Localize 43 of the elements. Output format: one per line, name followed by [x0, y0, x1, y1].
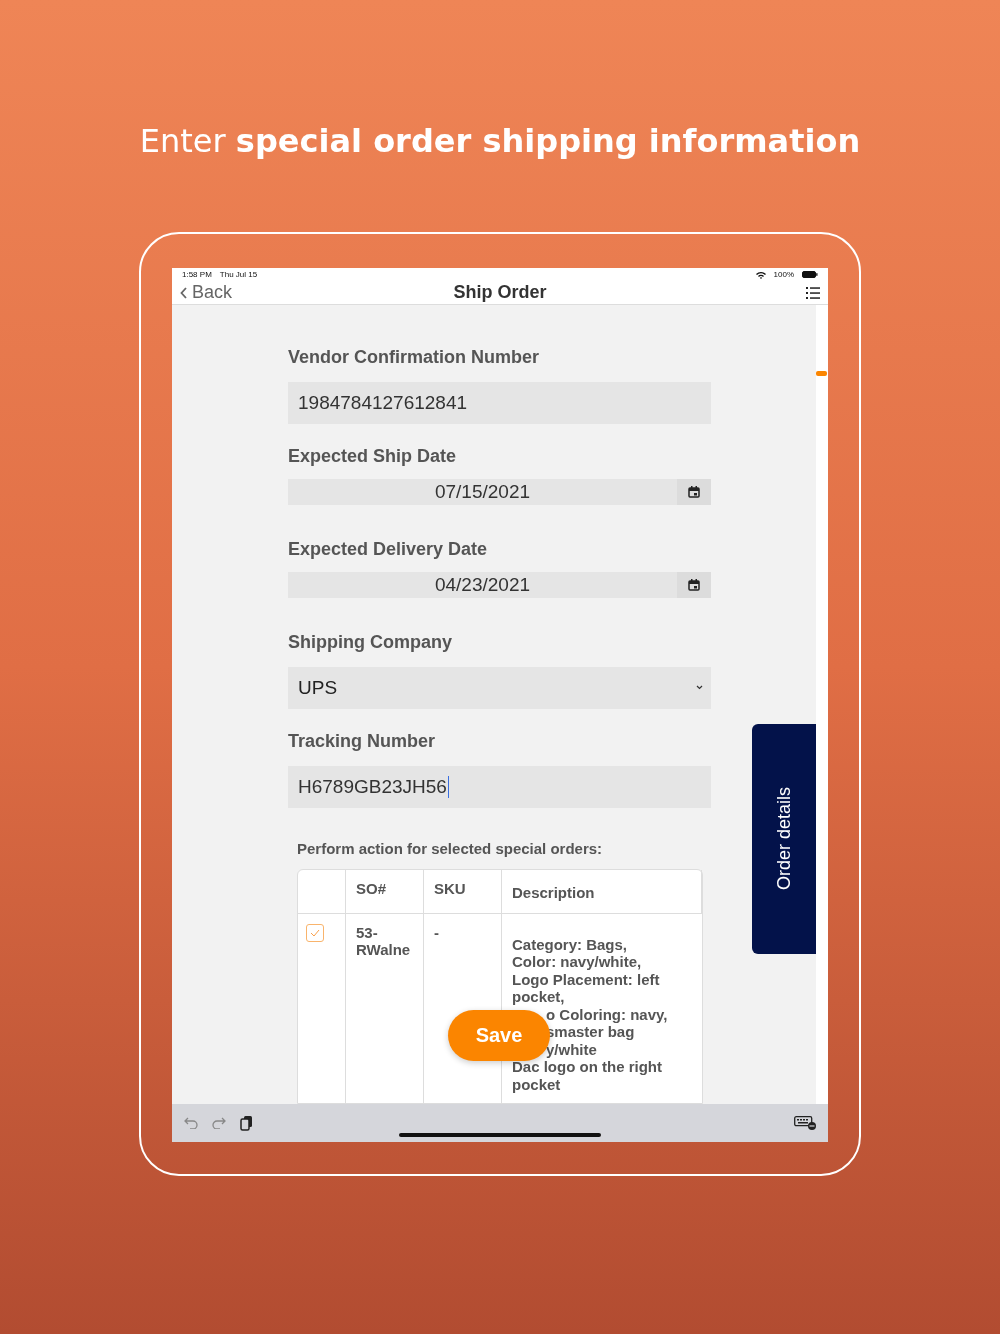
- field-label: Tracking Number: [288, 730, 436, 752]
- field-label: Expected Ship Date: [288, 445, 457, 467]
- order-details-tab[interactable]: Order details: [752, 724, 816, 954]
- column-header: SO#: [356, 879, 387, 897]
- keyboard-icon[interactable]: [794, 1116, 816, 1131]
- table-cell: 53-RWalne: [356, 923, 412, 958]
- field-label: Vendor Confirmation Number: [288, 346, 539, 368]
- input-field[interactable]: H6789GB23JH56: [288, 765, 711, 808]
- scroll-thumb: [816, 370, 827, 376]
- input-field[interactable]: 1984784127612841: [288, 381, 711, 424]
- description-line: pocket: [512, 1075, 561, 1094]
- chevron-icon: [696, 685, 703, 691]
- status-date: Thu Jul 15: [219, 270, 258, 280]
- description-line: Dac logo on the right: [512, 1058, 662, 1076]
- table-cell: -: [434, 923, 439, 941]
- dropdown[interactable]: UPS: [288, 666, 711, 709]
- description-line: pocket,: [512, 988, 565, 1006]
- description-line: Color: navy/white,: [512, 953, 642, 971]
- field-label: Expected Delivery Date: [288, 538, 488, 560]
- calendar-button[interactable]: [677, 571, 711, 598]
- table-caption: Perform action for selected special orders:: [297, 839, 603, 857]
- calendar-button[interactable]: [677, 478, 711, 505]
- date-field[interactable]: 04/23/2021: [288, 571, 677, 598]
- status-time: 1:58 PM: [182, 270, 212, 280]
- screen-title: Ship Order: [453, 282, 547, 304]
- date-field[interactable]: 07/15/2021: [288, 478, 677, 505]
- calendar-icon: [688, 485, 700, 498]
- chevron-left-icon: [180, 286, 188, 299]
- column-header: SKU: [434, 879, 467, 897]
- headline: Enter special order shipping information: [139, 122, 861, 160]
- list-icon[interactable]: [806, 286, 820, 299]
- clipboard-icon[interactable]: [240, 1115, 253, 1132]
- check-icon: [310, 928, 320, 937]
- back-button[interactable]: Back: [180, 282, 233, 304]
- description-line: Category: Bags,: [512, 935, 628, 954]
- description-line: Logo Placement: left: [512, 970, 660, 989]
- column-header: Description: [512, 883, 596, 901]
- battery-level: 100%: [773, 270, 794, 280]
- checkbox[interactable]: [306, 923, 324, 942]
- field-label: Shipping Company: [288, 631, 452, 653]
- battery-icon: [802, 271, 818, 279]
- wifi-icon: [755, 270, 766, 279]
- calendar-icon: [688, 578, 700, 591]
